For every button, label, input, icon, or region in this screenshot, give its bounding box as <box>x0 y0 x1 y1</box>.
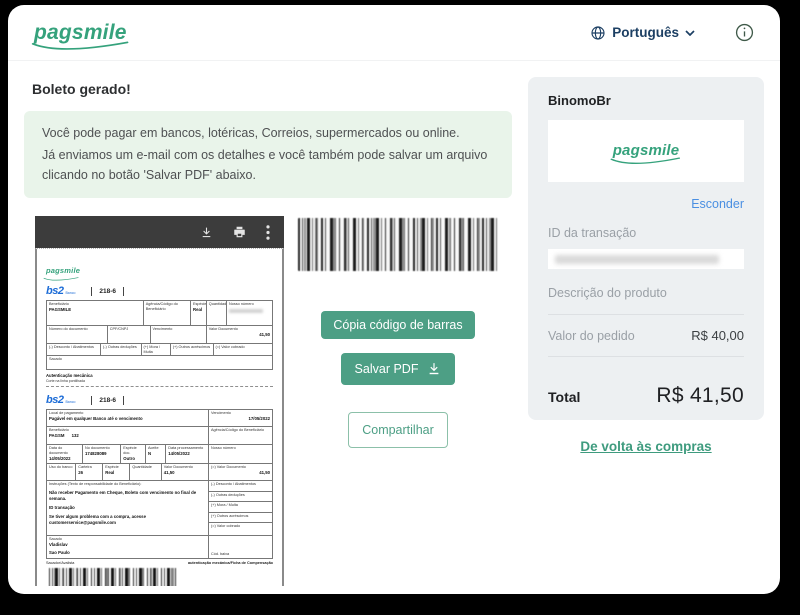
main-column: Boleto gerado! Você pode pagar em bancos… <box>24 77 512 586</box>
logo-swoosh-icon <box>43 277 79 281</box>
back-to-shopping-link[interactable]: De volta às compras <box>548 439 744 454</box>
bank-row: bs2 Banco 218-6 <box>46 394 273 406</box>
total-row: Total R$ 41,50 <box>548 384 744 408</box>
download-icon <box>427 362 441 376</box>
corte-label: Corte na linha pontilhada <box>46 379 273 383</box>
bank-code: 218-6 <box>91 396 124 405</box>
product-description-row: Descrição do produto <box>548 284 744 315</box>
cut-line <box>46 386 273 387</box>
printer-icon <box>232 225 247 239</box>
blurred-transaction-id <box>555 255 719 264</box>
page-title: Boleto gerado! <box>32 81 512 97</box>
download-icon <box>200 226 213 239</box>
header-actions: Português <box>584 23 754 42</box>
autenticacao-label: Autenticação mecânica <box>46 373 273 378</box>
merchant-name: BinomoBr <box>548 93 744 108</box>
boleto-barcode-image <box>49 568 178 586</box>
logo-swoosh-icon <box>610 157 681 165</box>
document-row: pagsmile bs2 Banco 218-6 BeneficiárioPAG… <box>35 216 512 586</box>
pdf-download-button[interactable] <box>200 226 213 239</box>
copy-barcode-button[interactable]: Cópia código de barras <box>321 311 474 339</box>
pdf-toolbar <box>35 216 284 248</box>
total-value: R$ 41,50 <box>656 384 744 408</box>
barcode-image <box>298 218 498 271</box>
page-card: pagsmile Português Boleto gerado! Você p… <box>8 5 780 594</box>
actions-column: Cópia código de barras Salvar PDF Compar… <box>284 216 512 586</box>
notice-line-2: Já enviamos um e-mail com os detalhes e … <box>42 146 494 185</box>
globe-icon <box>590 25 606 41</box>
blurred-value <box>229 309 263 313</box>
bs2-logo-sub: Banco <box>65 400 75 404</box>
logo-swoosh-icon <box>31 41 129 51</box>
header: pagsmile Português <box>8 5 780 61</box>
transaction-id-value <box>548 249 744 269</box>
transaction-id-label: ID da transação <box>548 226 744 240</box>
bs2-logo: bs2 <box>46 394 63 406</box>
bs2-logo-sub: Banco <box>65 291 75 295</box>
bs2-logo: bs2 <box>46 285 63 297</box>
bank-code: 218-6 <box>91 287 124 296</box>
product-description-label: Descrição do produto <box>548 286 667 300</box>
merchant-logo-box: pagsmile <box>548 120 744 182</box>
info-button[interactable] <box>735 23 754 42</box>
order-summary-panel: BinomoBr pagsmile Esconder ID da transaç… <box>528 77 764 420</box>
pdf-viewer: pagsmile bs2 Banco 218-6 BeneficiárioPAG… <box>35 216 284 586</box>
boleto-table-1: BeneficiárioPAGSMILE Agência/Código do B… <box>46 300 273 370</box>
pagsmile-logo: pagsmile <box>613 142 680 160</box>
language-label: Português <box>612 25 679 40</box>
order-value: R$ 40,00 <box>691 328 744 343</box>
save-pdf-label: Salvar PDF <box>355 362 419 376</box>
pdf-print-button[interactable] <box>232 225 247 239</box>
boleto-document[interactable]: pagsmile bs2 Banco 218-6 BeneficiárioPAG… <box>35 248 284 586</box>
bank-row: bs2 Banco 218-6 <box>46 285 273 297</box>
order-value-label: Valor do pedido <box>548 329 635 343</box>
total-label: Total <box>548 389 580 405</box>
hide-link[interactable]: Esconder <box>548 197 744 211</box>
order-value-row: Valor do pedido R$ 40,00 <box>548 315 744 357</box>
notice-box: Você pode pagar em bancos, lotéricas, Co… <box>24 111 512 198</box>
chevron-down-icon <box>685 30 695 36</box>
boleto-table-2: Local de pagamentoPagável em qualquer Ba… <box>46 409 273 559</box>
pdf-menu-button[interactable] <box>266 225 270 240</box>
kebab-menu-icon <box>266 225 270 240</box>
content: Boleto gerado! Você pode pagar em bancos… <box>8 61 780 586</box>
language-selector[interactable]: Português <box>584 24 701 42</box>
notice-line-1: Você pode pagar em bancos, lotéricas, Co… <box>42 124 494 143</box>
pagsmile-logo: pagsmile <box>34 21 127 45</box>
boleto-pagsmile-logo: pagsmile <box>46 260 80 278</box>
boleto-footer: Sacador/Avalista autenticação mecânica/F… <box>46 561 273 565</box>
save-pdf-button[interactable]: Salvar PDF <box>341 353 456 385</box>
info-icon <box>735 23 754 42</box>
share-button[interactable]: Compartilhar <box>348 412 448 448</box>
